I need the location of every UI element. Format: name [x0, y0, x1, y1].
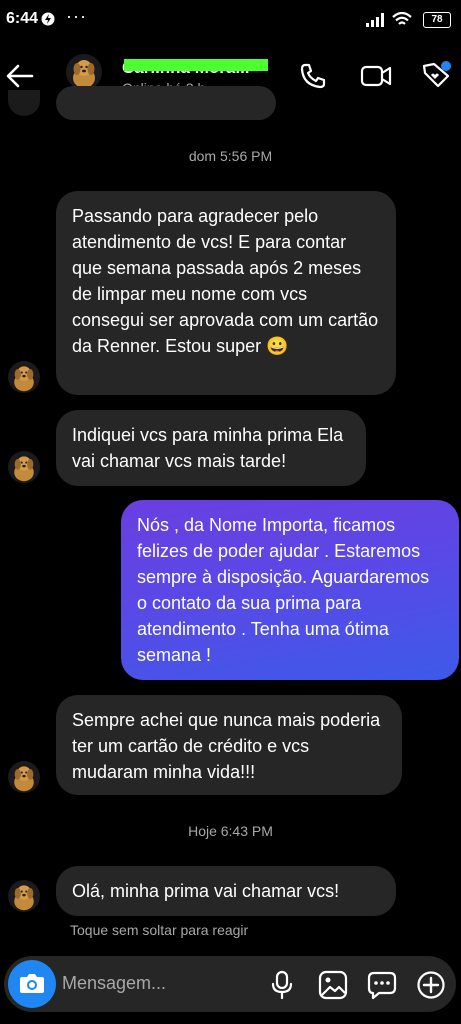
more-notifications-icon: ··· [66, 6, 87, 26]
data-saver-icon [41, 12, 55, 26]
incoming-message[interactable]: Olá, minha prima vai chamar vcs! [56, 866, 396, 916]
incoming-message[interactable]: Sempre achei que nunca mais poderia ter … [56, 695, 402, 795]
wifi-icon [392, 12, 412, 25]
gallery-icon[interactable] [318, 970, 348, 1000]
timestamp: dom 5:56 PM [188, 148, 273, 164]
sender-avatar [8, 90, 40, 116]
sender-avatar[interactable] [8, 880, 40, 912]
signal-icon [366, 13, 384, 27]
status-bar: 6:44 ··· 78 [0, 0, 461, 44]
status-time: 6:44 [6, 10, 39, 27]
incoming-message[interactable]: Indiquei vcs para minha prima Ela vai ch… [56, 410, 366, 486]
sticker-icon[interactable] [367, 970, 397, 1000]
microphone-icon[interactable] [270, 970, 294, 1000]
dog-avatar-icon [73, 60, 95, 88]
add-icon[interactable] [416, 970, 446, 1000]
sender-avatar[interactable] [8, 361, 40, 393]
camera-button[interactable] [8, 960, 56, 1008]
sender-avatar[interactable] [8, 761, 40, 793]
timestamp: Hoje 6:43 PM [188, 823, 273, 839]
dog-avatar-icon [14, 885, 34, 911]
dog-avatar-icon [14, 766, 34, 792]
dog-avatar-icon [14, 456, 34, 482]
message-input[interactable]: Mensagem... [62, 973, 166, 994]
back-arrow-icon[interactable] [6, 64, 34, 88]
outgoing-message[interactable]: Nós , da Nome Importa, ficamos felizes d… [121, 500, 459, 680]
dog-avatar-icon [14, 366, 34, 392]
camera-icon [20, 974, 44, 993]
battery-indicator: 78 [423, 12, 451, 28]
message-composer: Mensagem... [4, 956, 456, 1012]
phone-icon[interactable] [299, 62, 327, 90]
react-hint: Toque sem soltar para reagir [70, 922, 249, 938]
contact-avatar[interactable] [66, 54, 102, 90]
incoming-message[interactable]: Passando para agradecer pelo atendimento… [56, 191, 396, 395]
sender-avatar[interactable] [8, 451, 40, 483]
video-call-icon[interactable] [360, 62, 392, 90]
tag-icon[interactable] [420, 58, 456, 90]
message-bubble-partial[interactable] [56, 86, 276, 120]
name-redaction [124, 59, 268, 71]
